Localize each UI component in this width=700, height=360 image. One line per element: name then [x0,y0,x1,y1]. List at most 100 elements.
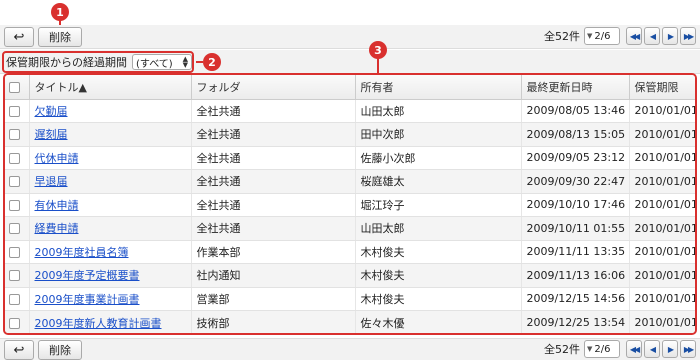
retention-cell: 2010/01/01 [629,99,695,123]
table-row[interactable]: 欠勤届 全社共通 山田太郎 2009/08/05 13:46 2010/01/01 [5,99,695,123]
document-title-link[interactable]: 代休申請 [35,152,79,165]
page-select[interactable]: ▼ 2/6 [584,27,620,45]
callout-2: 2 [203,53,221,71]
row-checkbox[interactable] [9,152,20,164]
owner-cell: 堀江玲子 [355,193,522,217]
document-title-link[interactable]: 早退届 [35,175,68,188]
table-row[interactable]: 2009年度新人教育計画書 技術部 佐々木優 2009/12/25 13:54 2010… [5,310,695,333]
row-checkbox[interactable] [9,270,20,282]
prev-page-button[interactable]: ◀ [644,27,660,45]
folder-cell: 営業部 [191,287,356,311]
total-count: 全52件 [544,30,580,43]
document-title-cell: 欠勤届 [29,99,192,123]
folder-cell: 作業本部 [191,240,356,264]
pager-bottom: 全52件 ▼ 2/6 ◀◀ ◀ ▶ ▶▶ [544,340,696,358]
owner-cell: 佐々木優 [355,310,522,333]
last-page-button[interactable]: ▶▶ [680,340,696,358]
select-all-cell [5,75,30,100]
back-arrow-icon: ↩ [13,342,25,358]
table-row[interactable]: 遅刻届 全社共通 田中次郎 2009/08/13 15:05 2010/01/01 [5,122,695,147]
bottom-toolbar: ↩ 削除 全52件 ▼ 2/6 ◀◀ ◀ ▶ ▶▶ [0,338,700,360]
retention-cell: 2010/01/01 [629,169,695,194]
column-header-updated[interactable]: 最終更新日時 [521,75,630,100]
row-select-cell [5,216,30,241]
back-button[interactable]: ↩ [4,27,34,47]
callout-3: 3 [369,41,387,59]
document-title-cell: 2009年度新人教育計画書 [29,310,192,333]
first-page-button[interactable]: ◀◀ [626,27,642,45]
row-checkbox[interactable] [9,105,20,117]
row-checkbox[interactable] [9,317,20,329]
delete-button-bottom[interactable]: 削除 [38,340,82,360]
row-checkbox[interactable] [9,223,20,235]
row-checkbox[interactable] [9,129,20,141]
retention-cell: 2010/01/01 [629,122,695,147]
table-row[interactable]: 早退届 全社共通 桜庭雄太 2009/09/30 22:47 2010/01/01 [5,169,695,194]
row-select-cell [5,99,30,123]
folder-cell: 技術部 [191,310,356,333]
owner-cell: 田中次郎 [355,122,522,147]
table-row[interactable]: 代休申請 全社共通 佐藤小次郎 2009/09/05 23:12 2010/01/01 [5,146,695,170]
prev-page-button[interactable]: ◀ [644,340,660,358]
document-title-link[interactable]: 2009年度新人教育計画書 [35,317,162,330]
document-title-link[interactable]: 遅刻届 [35,128,68,141]
filter-bar: 保管期限からの経過期間 (すべて) ▲ ▼ [0,50,700,74]
folder-cell: 全社共通 [191,146,356,170]
owner-cell: 木村俊夫 [355,263,522,288]
table-row[interactable]: 経費申請 全社共通 山田太郎 2009/10/11 01:55 2010/01/01 [5,216,695,241]
chevron-down-icon: ▼ [587,345,593,353]
document-title-cell: 代休申請 [29,146,192,170]
folder-cell: 全社共通 [191,169,356,194]
select-all-checkbox[interactable] [9,81,20,93]
last-page-button[interactable]: ▶▶ [680,27,696,45]
retention-cell: 2010/01/01 [629,240,695,264]
folder-cell: 全社共通 [191,99,356,123]
page-select[interactable]: ▼ 2/6 [584,340,620,358]
first-page-button[interactable]: ◀◀ [626,340,642,358]
updated-cell: 2009/12/15 14:56 [521,287,630,311]
table-row[interactable]: 有休申請 全社共通 堀江玲子 2009/10/10 17:46 2010/01/01 [5,193,695,217]
column-header-title[interactable]: タイトル▲ [29,75,192,100]
table-row[interactable]: 2009年度予定概要書 社内通知 木村俊夫 2009/11/13 16:06 2010/… [5,263,695,288]
next-page-button[interactable]: ▶ [662,27,678,45]
updated-cell: 2009/09/05 23:12 [521,146,630,170]
page-select-value: 2/6 [594,343,611,355]
document-title-link[interactable]: 2009年度事業計画書 [35,293,140,306]
table-row[interactable]: 2009年度社員名簿 作業本部 木村俊夫 2009/11/11 13:35 2010/0… [5,240,695,264]
document-title-link[interactable]: 2009年度社員名簿 [35,246,129,259]
document-table-box: タイトル▲ フォルダ 所有者 最終更新日時 保管期限 欠勤届 全社共通 山田太郎 20… [3,73,697,335]
document-table: タイトル▲ フォルダ 所有者 最終更新日時 保管期限 欠勤届 全社共通 山田太郎 20… [5,75,695,333]
back-button-bottom[interactable]: ↩ [4,340,34,360]
document-title-link[interactable]: 有休申請 [35,199,79,212]
updated-cell: 2009/08/05 13:46 [521,99,630,123]
row-checkbox[interactable] [9,176,20,188]
top-toolbar: ↩ 削除 全52件 ▼ 2/6 ◀◀ ◀ ▶ ▶▶ [0,25,700,49]
retention-cell: 2010/01/01 [629,310,695,333]
document-title-link[interactable]: 欠勤届 [35,105,68,118]
row-checkbox[interactable] [9,246,20,258]
row-select-cell [5,193,30,217]
table-row[interactable]: 2009年度事業計画書 営業部 木村俊夫 2009/12/15 14:56 2010/0… [5,287,695,311]
row-select-cell [5,240,30,264]
column-header-retention[interactable]: 保管期限 [629,75,695,100]
next-page-button[interactable]: ▶ [662,340,678,358]
document-title-cell: 遅刻届 [29,122,192,147]
filter-label: 保管期限からの経過期間 [6,56,127,69]
column-header-folder[interactable]: フォルダ [191,75,356,100]
folder-cell: 社内通知 [191,263,356,288]
row-checkbox[interactable] [9,199,20,211]
updated-cell: 2009/12/25 13:54 [521,310,630,333]
document-title-link[interactable]: 経費申請 [35,222,79,235]
column-header-owner[interactable]: 所有者 [355,75,522,100]
document-title-link[interactable]: 2009年度予定概要書 [35,269,140,282]
retention-cell: 2010/01/01 [629,146,695,170]
retention-period-select[interactable]: (すべて) ▲ ▼ [132,54,192,70]
delete-button[interactable]: 削除 [38,27,82,47]
row-checkbox[interactable] [9,293,20,305]
owner-cell: 桜庭雄太 [355,169,522,194]
owner-cell: 山田太郎 [355,216,522,241]
document-title-cell: 2009年度事業計画書 [29,287,192,311]
row-select-cell [5,287,30,311]
updated-cell: 2009/09/30 22:47 [521,169,630,194]
table-header-row: タイトル▲ フォルダ 所有者 最終更新日時 保管期限 [5,75,695,100]
